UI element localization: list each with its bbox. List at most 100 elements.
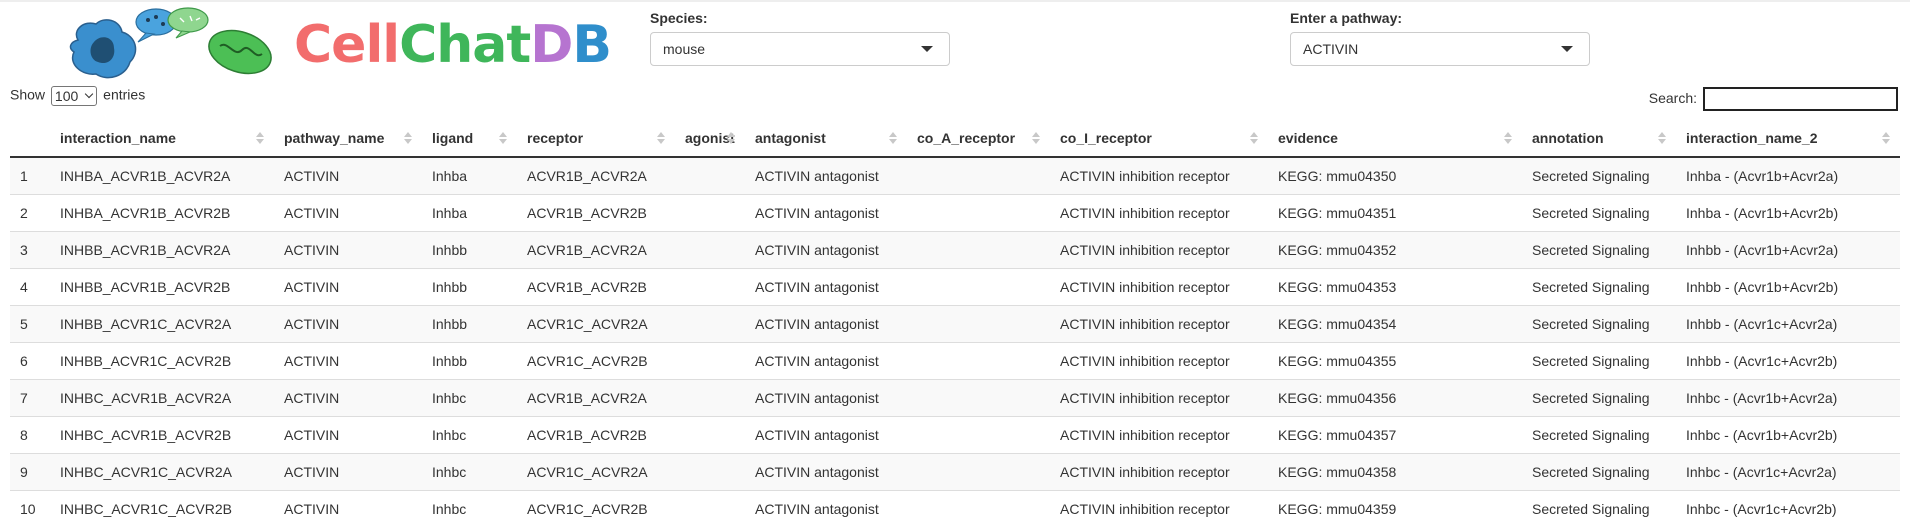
pathway-select[interactable]: ACTIVIN <box>1290 32 1590 66</box>
cell-co-a-receptor <box>907 415 1050 453</box>
cell-row-index: 9 <box>10 452 50 490</box>
cell-co-a-receptor <box>907 378 1050 416</box>
column-header-index[interactable] <box>10 119 50 158</box>
cell-evidence: KEGG: mmu04350 <box>1268 157 1522 194</box>
cell-ligand: Inhba <box>422 193 517 231</box>
cell-receptor: ACVR1B_ACVR2B <box>517 415 675 453</box>
cell-pathway-name: ACTIVIN <box>274 267 422 305</box>
cell-ligand: Inhbb <box>422 267 517 305</box>
cell-interaction-name-2: Inhbb - (Acvr1b+Acvr2a) <box>1676 230 1900 268</box>
column-header-agonist[interactable]: agonist <box>675 119 745 158</box>
cell-evidence: KEGG: mmu04353 <box>1268 267 1522 305</box>
search-input[interactable] <box>1703 87 1898 111</box>
cell-annotation: Secreted Signaling <box>1522 415 1676 453</box>
cell-antagonist: ACTIVIN antagonist <box>745 230 907 268</box>
cell-evidence: KEGG: mmu04359 <box>1268 489 1522 527</box>
table-row[interactable]: 1 INHBA_ACVR1B_ACVR2A ACTIVIN Inhba ACVR1B_A… <box>10 157 1900 194</box>
cell-annotation: Secreted Signaling <box>1522 452 1676 490</box>
cell-antagonist: ACTIVIN antagonist <box>745 489 907 527</box>
cell-agonist <box>675 157 745 194</box>
cell-ligand: Inhbb <box>422 230 517 268</box>
species-select[interactable]: mouse <box>650 32 950 66</box>
column-header-evidence[interactable]: evidence <box>1268 119 1522 158</box>
cell-interaction-name: INHBB_ACVR1C_ACVR2B <box>50 341 274 379</box>
cell-interaction-name: INHBA_ACVR1B_ACVR2A <box>50 157 274 194</box>
column-header-antagonist[interactable]: antagonist <box>745 119 907 158</box>
cell-annotation: Secreted Signaling <box>1522 157 1676 194</box>
cell-agonist <box>675 267 745 305</box>
cell-row-index: 8 <box>10 415 50 453</box>
cell-row-index: 5 <box>10 304 50 342</box>
cell-receptor: ACVR1C_ACVR2A <box>517 304 675 342</box>
cell-co-i-receptor: ACTIVIN inhibition receptor <box>1050 415 1268 453</box>
cell-agonist <box>675 378 745 416</box>
entries-value: 100 <box>54 88 79 104</box>
cell-agonist <box>675 230 745 268</box>
cell-co-i-receptor: ACTIVIN inhibition receptor <box>1050 489 1268 527</box>
table-row[interactable]: 4 INHBB_ACVR1B_ACVR2B ACTIVIN Inhbb ACVR1B_A… <box>10 267 1900 305</box>
column-header-annotation[interactable]: annotation <box>1522 119 1676 158</box>
table-row[interactable]: 3 INHBB_ACVR1B_ACVR2A ACTIVIN Inhbb ACVR1B_A… <box>10 230 1900 268</box>
column-header-interaction-name[interactable]: interaction_name <box>50 119 274 158</box>
table-row[interactable]: 9 INHBC_ACVR1C_ACVR2A ACTIVIN Inhbc ACVR1C_A… <box>10 452 1900 490</box>
table-row[interactable]: 10 INHBC_ACVR1C_ACVR2B ACTIVIN Inhbc ACVR1C_… <box>10 489 1900 527</box>
search-label: Search: <box>1648 89 1697 106</box>
cell-pathway-name: ACTIVIN <box>274 489 422 527</box>
cell-co-a-receptor <box>907 157 1050 194</box>
chevron-down-icon <box>1561 46 1573 52</box>
cell-interaction-name: INHBC_ACVR1B_ACVR2B <box>50 415 274 453</box>
cell-row-index: 7 <box>10 378 50 416</box>
cell-interaction-name-2: Inhbb - (Acvr1b+Acvr2b) <box>1676 267 1900 305</box>
cell-co-a-receptor <box>907 341 1050 379</box>
cell-receptor: ACVR1C_ACVR2B <box>517 489 675 527</box>
cell-pathway-name: ACTIVIN <box>274 415 422 453</box>
cell-agonist <box>675 304 745 342</box>
cell-ligand: Inhbb <box>422 341 517 379</box>
table-row[interactable]: 5 INHBB_ACVR1C_ACVR2A ACTIVIN Inhbb ACVR1C_A… <box>10 304 1900 342</box>
cell-co-a-receptor <box>907 230 1050 268</box>
table-search: Search: <box>1649 87 1898 111</box>
species-label: Species: <box>650 10 708 26</box>
cell-pathway-name: ACTIVIN <box>274 230 422 268</box>
sort-icon <box>256 132 264 144</box>
table-row[interactable]: 8 INHBC_ACVR1B_ACVR2B ACTIVIN Inhbc ACVR1B_A… <box>10 415 1900 453</box>
column-header-co-a-receptor[interactable]: co_A_receptor <box>907 119 1050 158</box>
cell-interaction-name: INHBC_ACVR1C_ACVR2A <box>50 452 274 490</box>
cell-pathway-name: ACTIVIN <box>274 157 422 194</box>
cell-ligand: Inhbb <box>422 304 517 342</box>
table-row[interactable]: 2 INHBA_ACVR1B_ACVR2B ACTIVIN Inhba ACVR1B_A… <box>10 193 1900 231</box>
column-header-interaction-name-2[interactable]: interaction_name_2 <box>1676 119 1900 158</box>
entries-select[interactable]: 100 <box>50 86 98 106</box>
cell-antagonist: ACTIVIN antagonist <box>745 193 907 231</box>
cell-interaction-name-2: Inhbb - (Acvr1c+Acvr2a) <box>1676 304 1900 342</box>
column-header-pathway-name[interactable]: pathway_name <box>274 119 422 158</box>
column-header-ligand[interactable]: ligand <box>422 119 517 158</box>
cell-antagonist: ACTIVIN antagonist <box>745 378 907 416</box>
cell-interaction-name-2: Inhba - (Acvr1b+Acvr2b) <box>1676 193 1900 231</box>
cell-receptor: ACVR1B_ACVR2B <box>517 267 675 305</box>
column-header-co-i-receptor[interactable]: co_I_receptor <box>1050 119 1268 158</box>
cell-co-i-receptor: ACTIVIN inhibition receptor <box>1050 267 1268 305</box>
cell-interaction-name: INHBB_ACVR1C_ACVR2A <box>50 304 274 342</box>
cell-interaction-name-2: Inhbc - (Acvr1b+Acvr2b) <box>1676 415 1900 453</box>
cell-co-a-receptor <box>907 304 1050 342</box>
sort-icon <box>499 132 507 144</box>
table-row[interactable]: 7 INHBC_ACVR1B_ACVR2A ACTIVIN Inhbc ACVR1B_A… <box>10 378 1900 416</box>
pathway-label: Enter a pathway: <box>1290 10 1403 26</box>
interactions-table: interaction_name pathway_name ligand rec… <box>10 119 1900 527</box>
cell-antagonist: ACTIVIN antagonist <box>745 341 907 379</box>
table-body: 1 INHBA_ACVR1B_ACVR2A ACTIVIN Inhba ACVR1B_A… <box>10 157 1900 527</box>
sort-icon <box>1882 132 1890 144</box>
cell-agonist <box>675 452 745 490</box>
entries-label: entries <box>103 86 146 103</box>
table-header-row: interaction_name pathway_name ligand rec… <box>10 119 1900 158</box>
cell-pathway-name: ACTIVIN <box>274 378 422 416</box>
column-header-receptor[interactable]: receptor <box>517 119 675 158</box>
table-row[interactable]: 6 INHBB_ACVR1C_ACVR2B ACTIVIN Inhbb ACVR1C_A… <box>10 341 1900 379</box>
cell-interaction-name-2: Inhba - (Acvr1b+Acvr2a) <box>1676 157 1900 194</box>
cell-annotation: Secreted Signaling <box>1522 304 1676 342</box>
cell-annotation: Secreted Signaling <box>1522 489 1676 527</box>
cell-antagonist: ACTIVIN antagonist <box>745 415 907 453</box>
cell-interaction-name-2: Inhbc - (Acvr1b+Acvr2a) <box>1676 378 1900 416</box>
cell-co-i-receptor: ACTIVIN inhibition receptor <box>1050 341 1268 379</box>
